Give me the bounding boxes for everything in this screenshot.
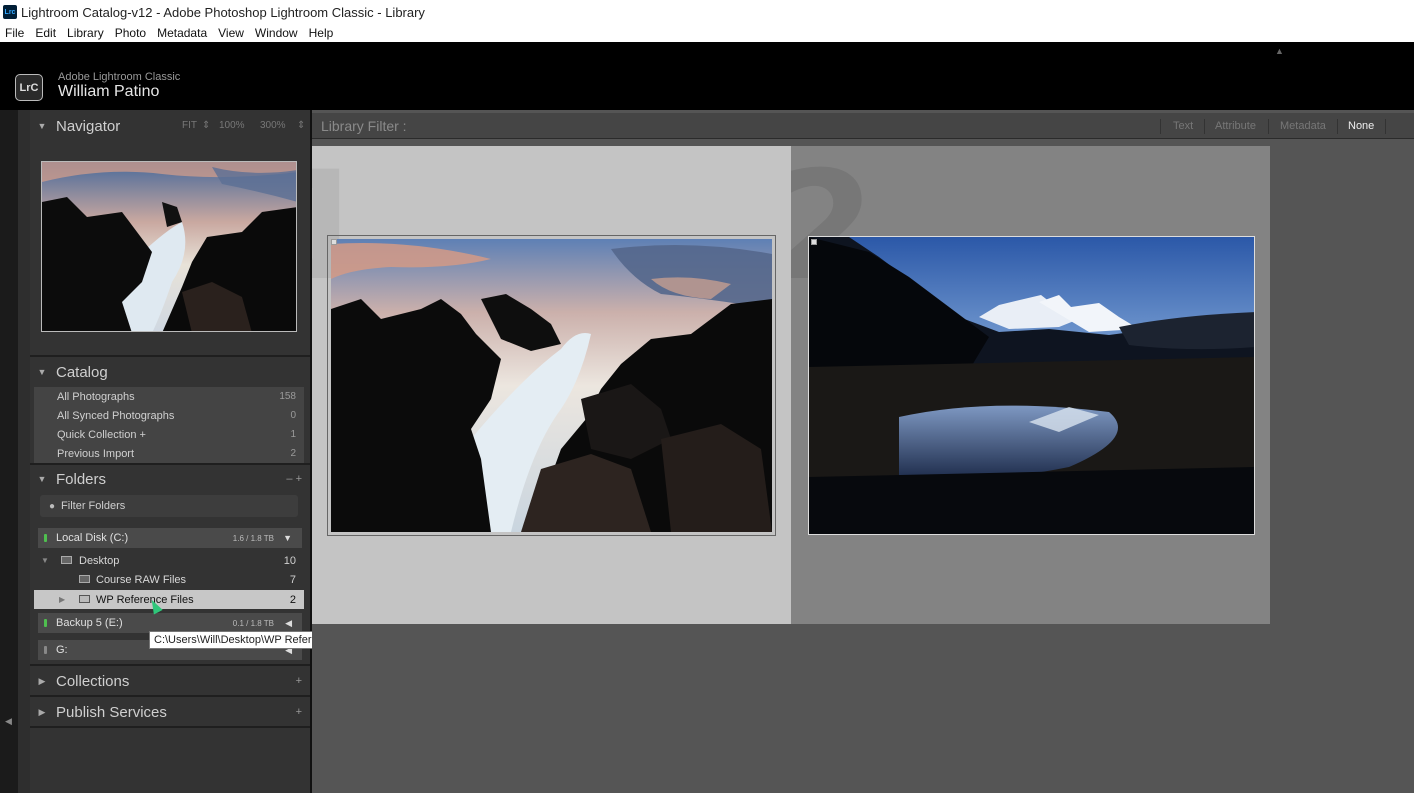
navigator-fit-option[interactable]: FIT (182, 120, 197, 131)
folders-header[interactable]: ▼ Folders – + (30, 465, 306, 493)
navigator-zoom-300[interactable]: 300% (260, 120, 286, 131)
catalog-header[interactable]: ▼ Catalog (30, 358, 306, 386)
disclosure-right-icon: ▶ (38, 706, 46, 717)
catalog-item-all-synced[interactable]: All Synced Photographs 0 (34, 406, 304, 425)
menu-view[interactable]: View (213, 26, 250, 40)
volume-collapsed-icon: ◀ (285, 617, 292, 628)
folder-wp-reference-files[interactable]: ▶ WP Reference Files 2 (34, 590, 304, 609)
volume-status-led (44, 534, 47, 542)
folders-title: Folders (56, 470, 107, 488)
filter-attribute-button[interactable]: Attribute (1215, 120, 1256, 132)
identity-user-name: William Patino (58, 83, 160, 100)
identity-plate (0, 42, 1414, 110)
thumbnail-1-image (331, 239, 772, 532)
folder-icon (79, 595, 90, 603)
left-panel-edge (0, 110, 30, 793)
catalog-title: Catalog (56, 363, 108, 381)
lrc-logo-icon: LrC (15, 74, 43, 101)
navigator-title: Navigator (56, 117, 121, 135)
menu-metadata[interactable]: Metadata (152, 26, 213, 40)
folder-desktop[interactable]: ▼ Desktop 10 (34, 551, 304, 570)
collections-title: Collections (56, 672, 130, 690)
add-folder-icon[interactable]: – + (286, 473, 302, 485)
disclosure-down-icon: ▼ (41, 556, 49, 565)
product-name: Adobe Lightroom Classic (58, 71, 181, 83)
filter-none-button[interactable]: None (1348, 120, 1374, 132)
library-filter-label: Library Filter : (321, 118, 407, 134)
window-title: Lightroom Catalog-v12 - Adobe Photoshop … (21, 4, 425, 20)
collapse-left-panel-icon[interactable]: ◀ (5, 716, 12, 727)
menu-window[interactable]: Window (250, 26, 304, 40)
disclosure-right-icon: ▶ (59, 595, 66, 604)
volume-local-disk-c[interactable]: Local Disk (C:) 1.6 / 1.8 TB ▼ (38, 528, 302, 548)
menu-edit[interactable]: Edit (30, 26, 62, 40)
library-filter-bar: Library Filter : Text Attribute Metadata… (312, 113, 1414, 139)
search-icon: ● (49, 500, 56, 512)
thumbnail-2[interactable] (808, 236, 1255, 535)
navigator-preview[interactable] (41, 161, 297, 332)
disclosure-down-icon: ▼ (37, 474, 47, 484)
folder-icon (79, 575, 90, 583)
thumbnail-2-image (809, 237, 1254, 534)
volume-status-led (44, 646, 47, 654)
publish-services-header[interactable]: ▶ Publish Services + (30, 698, 306, 726)
badge-icon (331, 239, 337, 245)
disclosure-down-icon: ▼ (37, 367, 47, 377)
menu-library[interactable]: Library (62, 26, 110, 40)
filter-metadata-button[interactable]: Metadata (1280, 120, 1326, 132)
volume-expanded-icon: ▼ (283, 533, 292, 543)
menu-bar: File Edit Library Photo Metadata View Wi… (0, 24, 1414, 42)
collapse-top-panel-icon[interactable]: ▲ (1275, 46, 1284, 56)
catalog-item-quick-collection[interactable]: Quick Collection + 1 (34, 425, 304, 444)
catalog-item-previous-import[interactable]: Previous Import 2 (34, 444, 304, 463)
folder-course-raw-files[interactable]: Course RAW Files 7 (34, 570, 304, 589)
collections-header[interactable]: ▶ Collections + (30, 667, 306, 695)
menu-photo[interactable]: Photo (110, 26, 152, 40)
menu-file[interactable]: File (0, 26, 30, 40)
window-title-bar: Lrc Lightroom Catalog-v12 - Adobe Photos… (0, 0, 1414, 24)
updown-arrows-icon: ⇕ (297, 120, 306, 131)
disclosure-right-icon: ▶ (38, 675, 46, 686)
volume-backup-5-e[interactable]: Backup 5 (E:) 0.1 / 1.8 TB ◀ (38, 613, 302, 633)
disclosure-down-icon: ▼ (37, 121, 47, 131)
add-publish-service-icon[interactable]: + (296, 706, 302, 718)
lightroom-app-icon: Lrc (3, 5, 17, 19)
folder-icon (61, 556, 72, 564)
catalog-item-all-photographs[interactable]: All Photographs 158 (34, 387, 304, 406)
add-collection-icon[interactable]: + (296, 675, 302, 687)
badge-icon (811, 239, 817, 245)
thumbnail-1[interactable] (331, 239, 772, 532)
menu-help[interactable]: Help (304, 26, 340, 40)
navigator-preview-image (42, 162, 296, 331)
navigator-zoom-100[interactable]: 100% (219, 120, 245, 131)
publish-services-title: Publish Services (56, 703, 167, 721)
filter-folders-input[interactable]: ● Filter Folders (40, 495, 298, 517)
filter-text-button[interactable]: Text (1173, 120, 1193, 132)
updown-arrows-icon: ⇕ (202, 120, 211, 131)
volume-status-led (44, 619, 47, 627)
